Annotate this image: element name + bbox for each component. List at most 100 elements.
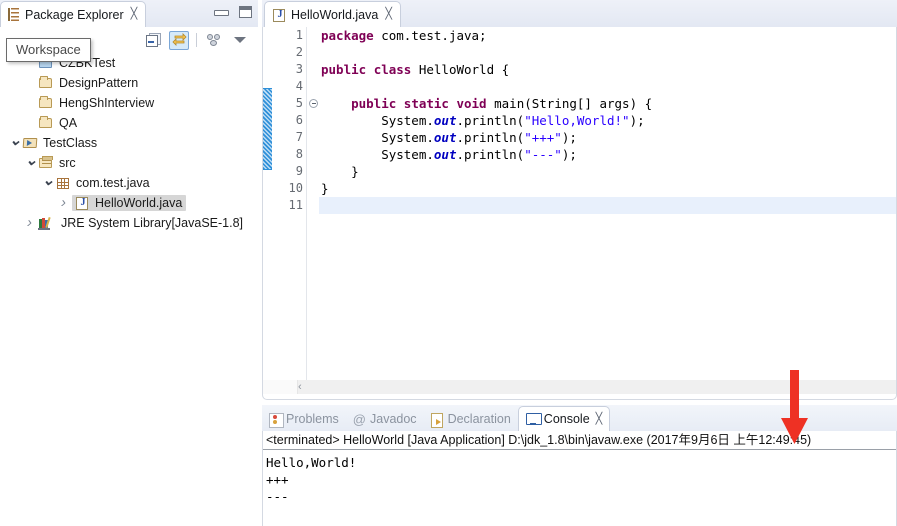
code-editor-area[interactable]: 1 2 3 4 5 6 7 8 9 10 11 package com.test…	[262, 27, 897, 385]
tree-item-label: com.test.java	[76, 176, 150, 190]
collapse-all-icon	[145, 33, 161, 47]
line-number: 2	[295, 45, 303, 59]
line-number: 9	[295, 164, 303, 178]
console-launch-header: <terminated> HelloWorld [Java Applicatio…	[263, 431, 896, 450]
code-line: package com.test.java;	[321, 28, 487, 43]
maximize-icon[interactable]	[239, 6, 252, 18]
close-icon[interactable]: ╳	[131, 9, 138, 20]
tree-item-hengshinterview[interactable]: HengShInterview	[0, 93, 258, 113]
tab-package-explorer[interactable]: Package Explorer ╳	[0, 1, 147, 27]
closed-project-folder-icon	[38, 96, 54, 110]
folding-ruler[interactable]	[306, 27, 319, 385]
editor-horizontal-scrollbar[interactable]: ‹	[262, 380, 897, 394]
package-explorer-tree[interactable]: CZBKTest DesignPattern HengShInterview Q…	[0, 53, 258, 526]
twisty-placeholder	[22, 93, 38, 113]
tree-item-label: QA	[59, 116, 78, 130]
tree-item-helloworld-java[interactable]: HelloWorld.java	[0, 193, 258, 213]
javadoc-icon: @	[352, 411, 366, 427]
twisty-placeholder	[22, 73, 38, 93]
package-explorer-icon	[7, 8, 20, 21]
chevron-down-icon	[234, 37, 246, 43]
twisty-expanded[interactable]	[22, 153, 38, 173]
tree-item-label: src	[59, 156, 76, 170]
console-output-line: +++	[266, 472, 289, 487]
editor-bottom-edge	[262, 394, 897, 400]
minimize-icon[interactable]	[214, 8, 229, 17]
scrollbar-gutter-area	[263, 380, 298, 394]
tab-label: Problems	[286, 412, 339, 426]
line-number: 11	[288, 198, 303, 212]
tab-problems[interactable]: Problems	[262, 407, 346, 431]
occurrence-annotation-mark	[263, 88, 272, 170]
twisty-expanded[interactable]	[6, 133, 22, 153]
view-window-buttons	[214, 6, 252, 18]
source-folder-icon	[38, 156, 54, 170]
code-line: System.out.println("---");	[321, 147, 577, 162]
tree-item-testclass[interactable]: TestClass	[0, 133, 258, 153]
line-number: 10	[288, 181, 303, 195]
tab-declaration[interactable]: Declaration	[424, 407, 518, 431]
source-code-text[interactable]: package com.test.java; public class Hell…	[319, 27, 896, 385]
declaration-icon	[430, 412, 444, 428]
twisty-collapsed[interactable]	[22, 213, 38, 233]
editor-tab-label: HelloWorld.java	[291, 7, 379, 22]
tree-item-label: DesignPattern	[59, 76, 139, 90]
code-line: }	[321, 164, 359, 179]
code-line-current	[319, 197, 896, 214]
tree-item-designpattern[interactable]: DesignPattern	[0, 73, 258, 93]
console-body[interactable]: <terminated> HelloWorld [Java Applicatio…	[262, 431, 897, 526]
line-number: 4	[295, 79, 303, 93]
tree-item-com-test-java[interactable]: com.test.java	[0, 173, 258, 193]
twisty-collapsed[interactable]	[56, 193, 72, 213]
package-explorer-tabbar: Package Explorer ╳	[0, 0, 258, 27]
tab-label: Console	[543, 412, 590, 426]
close-icon[interactable]: ╳	[596, 413, 603, 425]
tab-label: Javadoc	[370, 412, 417, 426]
console-output-line: ---	[266, 489, 289, 504]
code-line: System.out.println("+++");	[321, 130, 577, 145]
line-number: 6	[295, 113, 303, 127]
scroll-left-icon[interactable]: ‹	[298, 380, 302, 394]
focus-on-active-task-button[interactable]	[204, 31, 224, 50]
line-number: 1	[295, 28, 303, 42]
tree-item-label: TestClass	[43, 136, 98, 150]
tree-item-label: JRE System Library	[61, 216, 172, 230]
toolbar-separator	[196, 33, 197, 47]
collapse-method-icon[interactable]	[309, 99, 318, 108]
tab-javadoc[interactable]: @ Javadoc	[346, 407, 424, 431]
line-number: 5	[295, 96, 303, 110]
package-explorer-view: Package Explorer ╳ CZBKTest DesignPatter…	[0, 0, 258, 526]
collapse-all-button[interactable]	[143, 31, 163, 50]
code-line: public static void main(String[] args) {	[351, 96, 653, 111]
package-explorer-tab-label: Package Explorer	[25, 7, 124, 22]
tree-item-qa[interactable]: QA	[0, 113, 258, 133]
console-icon	[525, 413, 542, 425]
java-file-icon	[271, 8, 286, 22]
package-icon	[55, 176, 71, 190]
tab-helloworld-java[interactable]: HelloWorld.java ╳	[264, 1, 401, 27]
twisty-expanded[interactable]	[39, 173, 55, 193]
console-output: Hello,World! +++ ---	[263, 450, 896, 505]
line-number: 7	[295, 130, 303, 144]
tree-item-jre-system-library[interactable]: JRE System Library [JavaSE-1.8]	[0, 213, 258, 233]
tab-label: Declaration	[447, 412, 511, 426]
problems-icon	[269, 412, 284, 428]
tree-item-label: HengShInterview	[59, 96, 155, 110]
tree-item-src[interactable]: src	[0, 153, 258, 173]
editor-tabbar: HelloWorld.java ╳	[262, 0, 897, 27]
eclipse-workbench-window: Package Explorer ╳ CZBKTest DesignPatter…	[0, 0, 897, 526]
close-icon[interactable]: ╳	[385, 9, 392, 20]
link-with-editor-icon	[171, 33, 187, 47]
view-menu-button[interactable]	[230, 31, 250, 50]
tree-item-suffix: [JavaSE-1.8]	[171, 216, 244, 230]
open-project-folder-icon	[22, 136, 38, 150]
line-number: 3	[295, 62, 303, 76]
link-with-editor-button[interactable]	[169, 30, 189, 50]
tree-item-label: HelloWorld.java	[95, 196, 183, 210]
closed-project-folder-icon	[38, 116, 54, 130]
code-line: System.out.println("Hello,World!");	[321, 113, 645, 128]
annotation-ruler[interactable]	[263, 27, 272, 385]
code-line: }	[321, 181, 329, 196]
tab-console[interactable]: Console ╳	[517, 406, 611, 431]
jre-library-icon	[38, 216, 56, 230]
